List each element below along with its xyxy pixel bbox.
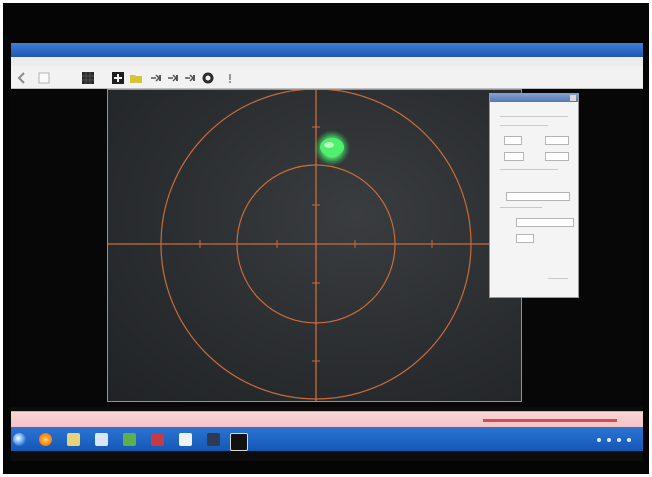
properties-panel [489,93,579,298]
arrow-left-icon[interactable] [15,70,29,84]
taskbar [11,427,643,451]
help-icon[interactable] [223,70,237,84]
media-icon[interactable] [123,433,136,446]
field-3[interactable] [504,152,524,161]
panel-line-1 [500,116,568,117]
app-icon[interactable] [95,433,108,446]
document-icon[interactable] [151,433,164,446]
photo-frame [3,3,649,474]
field-4[interactable] [545,152,569,161]
grid-icon[interactable] [81,70,95,84]
step-2-icon[interactable] [166,70,180,84]
panel-line-2 [500,125,548,126]
folder-icon[interactable] [67,433,80,446]
reticle-overlay [108,90,521,401]
field-1[interactable] [504,136,522,145]
monitor-screen [11,43,643,461]
start-button-icon[interactable] [13,433,26,446]
panel-line-4 [500,207,542,208]
menu-bar [11,57,643,66]
camera-view[interactable] [107,89,522,402]
tool-icon[interactable] [207,433,220,446]
blank-icon[interactable] [37,70,51,84]
step-3-icon[interactable] [183,70,197,84]
tray-dot[interactable] [617,438,621,442]
tray-dot[interactable] [597,438,601,442]
screen-icon[interactable] [230,433,248,451]
field-5[interactable] [506,192,570,201]
toolbar [11,66,643,89]
field-2[interactable] [545,136,569,145]
add-icon[interactable] [111,70,125,84]
folder-icon[interactable] [129,70,143,84]
field-6[interactable] [516,218,574,227]
field-7[interactable] [516,234,534,243]
browser-icon[interactable] [39,433,52,446]
status-indicator [483,419,617,422]
panel-line-3 [500,169,558,170]
target-icon[interactable] [201,70,215,84]
window-title-bar [11,43,643,57]
panel-title-bar [490,94,578,102]
panel-line-5 [548,278,568,279]
step-1-icon[interactable] [149,70,163,84]
close-icon[interactable] [570,95,576,101]
tray-dot[interactable] [627,438,631,442]
green-spot [314,130,350,166]
tray-dot[interactable] [607,438,611,442]
workspace [11,89,643,407]
settings-icon[interactable] [179,433,192,446]
